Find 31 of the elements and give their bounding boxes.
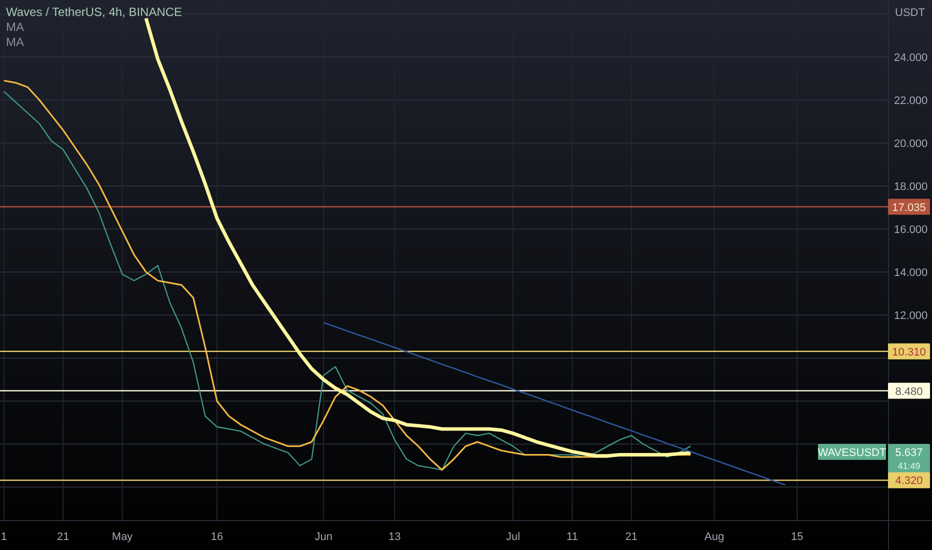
price-label: 10.310 — [888, 343, 930, 360]
axis-tick-label: Jun — [314, 531, 332, 543]
axis-tick-label: 12.000 — [894, 310, 928, 322]
ref-line-label: 10.310 — [892, 346, 926, 358]
axis-tick-label: Aug — [704, 531, 724, 543]
symbol-title: Waves / TetherUS, 4h, BINANCE — [6, 6, 182, 19]
ref-line-label: 17.035 — [892, 202, 926, 214]
ref-line-label: 4.320 — [895, 475, 923, 488]
axis-tick-label: 1 — [0, 531, 7, 543]
ref-line-label: 8.480 — [895, 386, 923, 398]
indicator-label: MA — [6, 21, 24, 34]
price-label: 17.035 — [888, 198, 930, 215]
axis-tick-label: 15 — [791, 531, 804, 543]
axis-tick-label: 11 — [566, 531, 578, 543]
axis-tick-label: 16 — [210, 531, 224, 543]
axis-tick-label: 20.000 — [894, 138, 928, 150]
axis-tick-label: 16.000 — [894, 224, 928, 236]
axis-tick-label: 13 — [388, 531, 401, 543]
indicator-label: MA — [6, 36, 24, 49]
axis-unit: USDT — [895, 7, 925, 19]
axis-tick-label: 18.000 — [894, 181, 928, 194]
axis-tick-label: May — [112, 531, 133, 543]
price-label: 4.320 — [888, 472, 930, 488]
axis-tick-label: 21 — [56, 531, 70, 543]
price-label: 8.480 — [888, 382, 930, 399]
axis-tick-label: Jul — [506, 531, 520, 543]
axis-tick-label: 22.000 — [894, 95, 928, 107]
current-price-label: 5.637 41:49 — [888, 444, 930, 473]
axis-tick-label: 24.000 — [894, 52, 928, 64]
axis-tick-label: 14.000 — [894, 267, 928, 280]
axis-tick-label: 21 — [625, 531, 638, 543]
